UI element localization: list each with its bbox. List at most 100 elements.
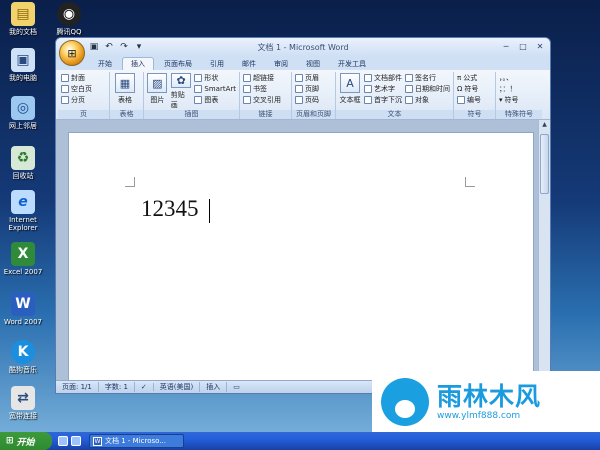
desktop-icon-kugou[interactable]: K 酷狗音乐 (0, 340, 46, 374)
ie-icon: e (11, 190, 35, 214)
smartart-button[interactable]: SmartArt (194, 84, 236, 94)
macro-record-icon[interactable]: ▭ (233, 383, 246, 391)
minimize-button[interactable]: ─ (498, 40, 514, 53)
language-indicator[interactable]: 英语(美国) (160, 382, 201, 392)
object-button[interactable]: 对象 (405, 95, 450, 105)
numbering-button[interactable]: 编号 (457, 95, 481, 105)
footer-button[interactable]: 页脚 (295, 84, 319, 94)
tab-view[interactable]: 视图 (298, 58, 328, 70)
omega-icon: Ω (457, 85, 463, 93)
header-button[interactable]: 页眉 (295, 73, 319, 83)
wordart-button[interactable]: 艺术字 (364, 84, 402, 94)
tab-home[interactable]: 开始 (90, 58, 120, 70)
punctuation-row-2[interactable]: ；：！ (499, 84, 519, 94)
picture-button[interactable]: ▨ 图片 (147, 73, 168, 109)
tab-developer[interactable]: 开发工具 (330, 58, 374, 70)
tab-references[interactable]: 引用 (202, 58, 232, 70)
page-number-button[interactable]: 页码 (295, 95, 319, 105)
punctuation-row-1[interactable]: ，。、 (499, 73, 519, 83)
tab-mailings[interactable]: 邮件 (234, 58, 264, 70)
ribbon-group-header-footer: 页眉 页脚 页码 页眉和页脚 (292, 72, 336, 119)
equation-button[interactable]: π 公式 (457, 73, 481, 83)
desktop-icon-my-computer[interactable]: ▣ 我的电脑 (0, 48, 46, 82)
quick-parts-button[interactable]: 文档部件 (364, 73, 402, 83)
cover-page-button[interactable]: 封面 (61, 73, 92, 83)
ribbon-group-text: A 文本框 文档部件 艺术字 首字下沉 签名行 日期和时间 对象 文本 (336, 72, 454, 119)
scroll-thumb[interactable] (540, 134, 549, 194)
broadband-icon: ⇄ (11, 386, 35, 410)
object-icon (405, 96, 413, 104)
signature-line-button[interactable]: 签名行 (405, 73, 450, 83)
group-label-special-symbols: 特殊符号 (496, 110, 542, 119)
quick-launch (58, 436, 81, 446)
desktop-icon-qq[interactable]: ◉ 腾讯QQ (46, 2, 92, 36)
tab-page-layout[interactable]: 页面布局 (156, 58, 200, 70)
text-box-icon: A (340, 73, 360, 93)
numbering-icon (457, 96, 465, 104)
customize-qat-icon[interactable]: ▾ (133, 41, 145, 53)
symbol-button[interactable]: Ω 符号 (457, 84, 481, 94)
desktop-icon-excel[interactable]: X Excel 2007 (0, 242, 46, 276)
title-bar[interactable]: ▣ ↶ ↷ ▾ 文档 1 - Microsoft Word ─ □ ✕ (56, 38, 550, 56)
header-icon (295, 74, 303, 82)
clip-art-icon: ✿ (171, 73, 192, 88)
window-controls: ─ □ ✕ (498, 40, 548, 53)
computer-icon: ▣ (11, 48, 35, 72)
insert-mode[interactable]: 插入 (206, 382, 228, 392)
word-count[interactable]: 字数: 1 (105, 382, 135, 392)
clip-art-button[interactable]: ✿ 剪贴画 (171, 73, 192, 109)
cross-reference-button[interactable]: 交叉引用 (243, 95, 281, 105)
document-text[interactable]: 12345 (141, 196, 199, 222)
word-icon: W (11, 292, 35, 316)
group-label-text: 文本 (336, 110, 453, 119)
excel-icon: X (11, 242, 35, 266)
qq-icon: ◉ (57, 2, 81, 26)
leaf-logo-icon (381, 377, 429, 426)
bookmark-button[interactable]: 书签 (243, 84, 281, 94)
close-button[interactable]: ✕ (532, 40, 548, 53)
page-count[interactable]: 页面: 1/1 (62, 382, 99, 392)
ribbon-group-tables: ▦ 表格 表格 (110, 72, 144, 119)
table-button[interactable]: ▦ 表格 (113, 73, 137, 109)
desktop-icon-broadband[interactable]: ⇄ 宽带连接 (0, 386, 46, 420)
ribbon-group-pages: 封面 空白页 分页 页 (58, 72, 110, 119)
desktop-icon-ie[interactable]: e Internet Explorer (0, 190, 46, 232)
ribbon-group-illustrations: ▨ 图片 ✿ 剪贴画 形状 SmartArt 图表 插图 (144, 72, 240, 119)
hyperlink-button[interactable]: 超链接 (243, 73, 281, 83)
special-symbol-button[interactable]: ▾ 符号 (499, 95, 519, 105)
redo-icon[interactable]: ↷ (118, 41, 130, 53)
desktop-icon-my-documents[interactable]: ▤ 我的文档 (0, 2, 46, 36)
document-page[interactable]: 12345 (68, 132, 534, 382)
text-box-button[interactable]: A 文本框 (339, 73, 361, 109)
taskbar-item-word[interactable]: W 文档 1 - Microso... (89, 434, 184, 448)
proofing-icon[interactable]: ✓ (141, 383, 154, 391)
page-break-button[interactable]: 分页 (61, 95, 92, 105)
tab-insert[interactable]: 插入 (122, 57, 154, 70)
desktop-icon-word[interactable]: W Word 2007 (0, 292, 46, 326)
chart-button[interactable]: 图表 (194, 95, 236, 105)
calendar-icon (405, 85, 413, 93)
shapes-button[interactable]: 形状 (194, 73, 236, 83)
scroll-up-icon[interactable]: ▲ (539, 121, 550, 132)
page-break-icon (61, 96, 69, 104)
word-icon: W (93, 436, 102, 446)
blank-page-button[interactable]: 空白页 (61, 84, 92, 94)
start-button[interactable]: ⊞ 开始 (0, 432, 52, 450)
quick-access-toolbar: ▣ ↶ ↷ ▾ (88, 41, 145, 53)
save-icon[interactable]: ▣ (88, 41, 100, 53)
office-logo-icon: ⊞ (67, 46, 77, 60)
cover-page-icon (61, 74, 69, 82)
maximize-button[interactable]: □ (515, 40, 531, 53)
undo-icon[interactable]: ↶ (103, 41, 115, 53)
desktop-icon-network[interactable]: ◎ 网上邻居 (0, 96, 46, 130)
text-cursor (209, 199, 210, 223)
vertical-scrollbar[interactable]: ▲ ▼ (538, 120, 550, 382)
watermark-url: www.ylmf888.com (437, 410, 521, 421)
desktop-icon-recycle-bin[interactable]: ♻ 回收站 (0, 146, 46, 180)
show-desktop-icon[interactable] (58, 436, 68, 446)
date-time-button[interactable]: 日期和时间 (405, 84, 450, 94)
drop-cap-button[interactable]: 首字下沉 (364, 95, 402, 105)
office-button[interactable]: ⊞ (59, 40, 85, 66)
browser-quicklaunch-icon[interactable] (71, 436, 81, 446)
tab-review[interactable]: 审阅 (266, 58, 296, 70)
